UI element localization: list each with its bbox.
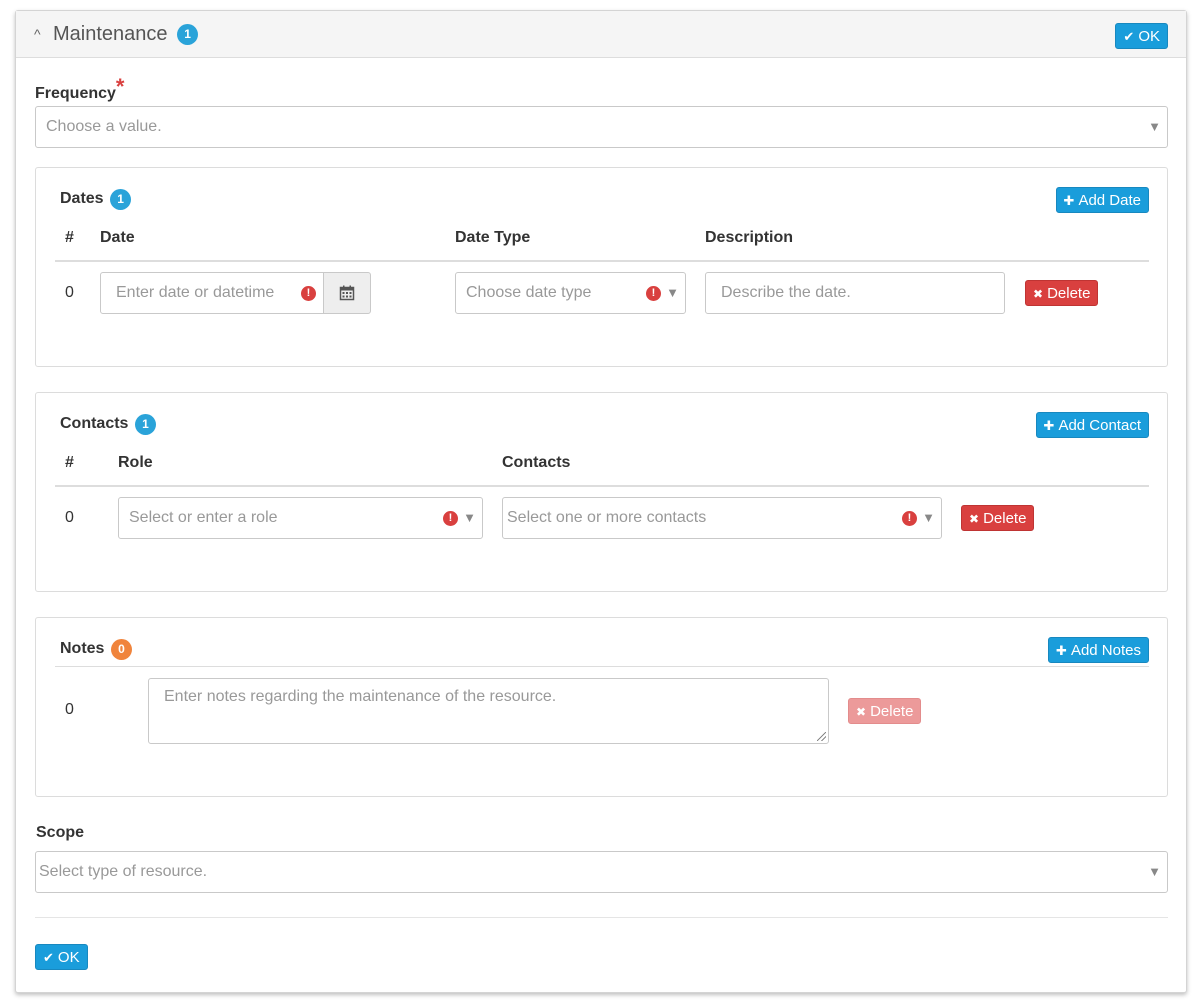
add-notes-button[interactable]: Add Notes <box>1048 637 1149 663</box>
col-index: # <box>65 229 74 246</box>
contact-row-index: 0 <box>65 509 74 526</box>
check-icon <box>43 949 54 966</box>
close-icon <box>856 703 866 720</box>
notes-title-text: Notes <box>60 640 105 657</box>
close-icon <box>1033 285 1043 302</box>
notes-placeholder: Enter notes regarding the maintenance of… <box>164 688 557 705</box>
delete-contact-button[interactable]: Delete <box>961 505 1035 531</box>
date-input[interactable]: Enter date or datetime ! <box>100 272 325 314</box>
contacts-header-divider <box>55 485 1149 487</box>
calendar-button[interactable] <box>323 272 371 314</box>
delete-date-button[interactable]: Delete <box>1025 280 1099 306</box>
col-contacts: Contacts <box>502 454 571 471</box>
plus-icon <box>1044 417 1055 434</box>
contacts-title-text: Contacts <box>60 415 129 432</box>
calendar-icon <box>339 285 355 301</box>
notes-count-badge: 0 <box>110 639 132 660</box>
delete-date-label: Delete <box>1047 284 1091 302</box>
notes-header-divider <box>55 666 1149 667</box>
date-type-select[interactable]: Choose date type ! ▼ <box>455 272 686 314</box>
dropdown-arrow-icon: ▼ <box>922 510 935 525</box>
chevron-up-icon[interactable]: ^ <box>34 26 41 42</box>
add-date-label: Add Date <box>1078 191 1141 209</box>
close-icon <box>969 510 979 527</box>
date-input-placeholder: Enter date or datetime <box>116 284 275 301</box>
notes-section: Notes 0 Add Notes 0 Enter notes regardin… <box>35 617 1168 797</box>
dates-count-badge: 1 <box>110 189 132 210</box>
date-description-placeholder: Describe the date. <box>721 284 851 301</box>
dropdown-arrow-icon: ▼ <box>1148 864 1161 879</box>
add-contact-label: Add Contact <box>1058 416 1141 434</box>
contacts-count-badge: 1 <box>134 414 156 435</box>
frequency-label: Frequency* <box>35 74 124 104</box>
add-contact-button[interactable]: Add Contact <box>1035 412 1149 438</box>
panel-title: Maintenance 1 <box>53 23 199 47</box>
warning-icon: ! <box>301 286 316 301</box>
contacts-select[interactable]: Select one or more contacts ! ▼ <box>502 497 942 539</box>
dropdown-arrow-icon: ▼ <box>666 285 679 300</box>
warning-icon: ! <box>646 286 661 301</box>
scope-placeholder: Select type of resource. <box>39 863 208 880</box>
delete-contact-label: Delete <box>983 509 1027 527</box>
col-date: Date <box>100 229 135 246</box>
notes-title: Notes 0 <box>60 639 132 660</box>
date-description-input[interactable]: Describe the date. <box>705 272 1005 314</box>
frequency-placeholder: Choose a value. <box>46 118 162 135</box>
scope-select[interactable]: Select type of resource. ▼ <box>35 851 1168 893</box>
maintenance-panel: ^ Maintenance 1 OK Frequency* Choose a v… <box>15 10 1187 993</box>
delete-notes-button[interactable]: Delete <box>848 698 922 724</box>
add-notes-label: Add Notes <box>1070 641 1141 659</box>
scope-label: Scope <box>36 824 85 841</box>
delete-notes-label: Delete <box>870 702 914 720</box>
col-description: Description <box>705 229 794 246</box>
footer-divider <box>35 917 1168 918</box>
footer-ok-button[interactable]: OK <box>35 944 88 970</box>
dates-title-text: Dates <box>60 190 104 207</box>
notes-textarea[interactable]: Enter notes regarding the maintenance of… <box>148 678 829 744</box>
panel-title-text: Maintenance <box>53 23 168 45</box>
warning-icon: ! <box>902 511 917 526</box>
resize-handle-icon[interactable] <box>817 732 826 741</box>
dropdown-arrow-icon: ▼ <box>1148 119 1161 134</box>
col-index: # <box>65 454 74 471</box>
check-icon <box>1123 28 1134 45</box>
frequency-label-text: Frequency <box>35 85 116 102</box>
contacts-placeholder: Select one or more contacts <box>507 509 707 526</box>
frequency-select[interactable]: Choose a value. ▼ <box>35 106 1168 148</box>
required-marker: * <box>115 74 125 99</box>
header-ok-label: OK <box>1138 27 1160 45</box>
maintenance-count-badge: 1 <box>177 24 199 45</box>
role-placeholder: Select or enter a role <box>129 509 278 526</box>
notes-row-index: 0 <box>65 701 74 718</box>
plus-icon <box>1064 192 1075 209</box>
dates-header-divider <box>55 260 1149 262</box>
panel-header[interactable]: ^ Maintenance 1 OK <box>16 11 1186 58</box>
col-date-type: Date Type <box>455 229 531 246</box>
dropdown-arrow-icon: ▼ <box>463 510 476 525</box>
col-role: Role <box>118 454 153 471</box>
dates-section: Dates 1 Add Date # Date Date Type Descri… <box>35 167 1168 367</box>
plus-icon <box>1056 642 1067 659</box>
footer-ok-label: OK <box>57 948 80 966</box>
date-type-placeholder: Choose date type <box>466 284 592 301</box>
date-row-index: 0 <box>65 284 74 301</box>
dates-title: Dates 1 <box>60 189 132 210</box>
role-select[interactable]: Select or enter a role ! ▼ <box>118 497 483 539</box>
contacts-section: Contacts 1 Add Contact # Role Contacts 0… <box>35 392 1168 592</box>
header-ok-button[interactable]: OK <box>1115 23 1168 49</box>
warning-icon: ! <box>443 511 458 526</box>
add-date-button[interactable]: Add Date <box>1055 187 1149 213</box>
contacts-title: Contacts 1 <box>60 414 156 435</box>
